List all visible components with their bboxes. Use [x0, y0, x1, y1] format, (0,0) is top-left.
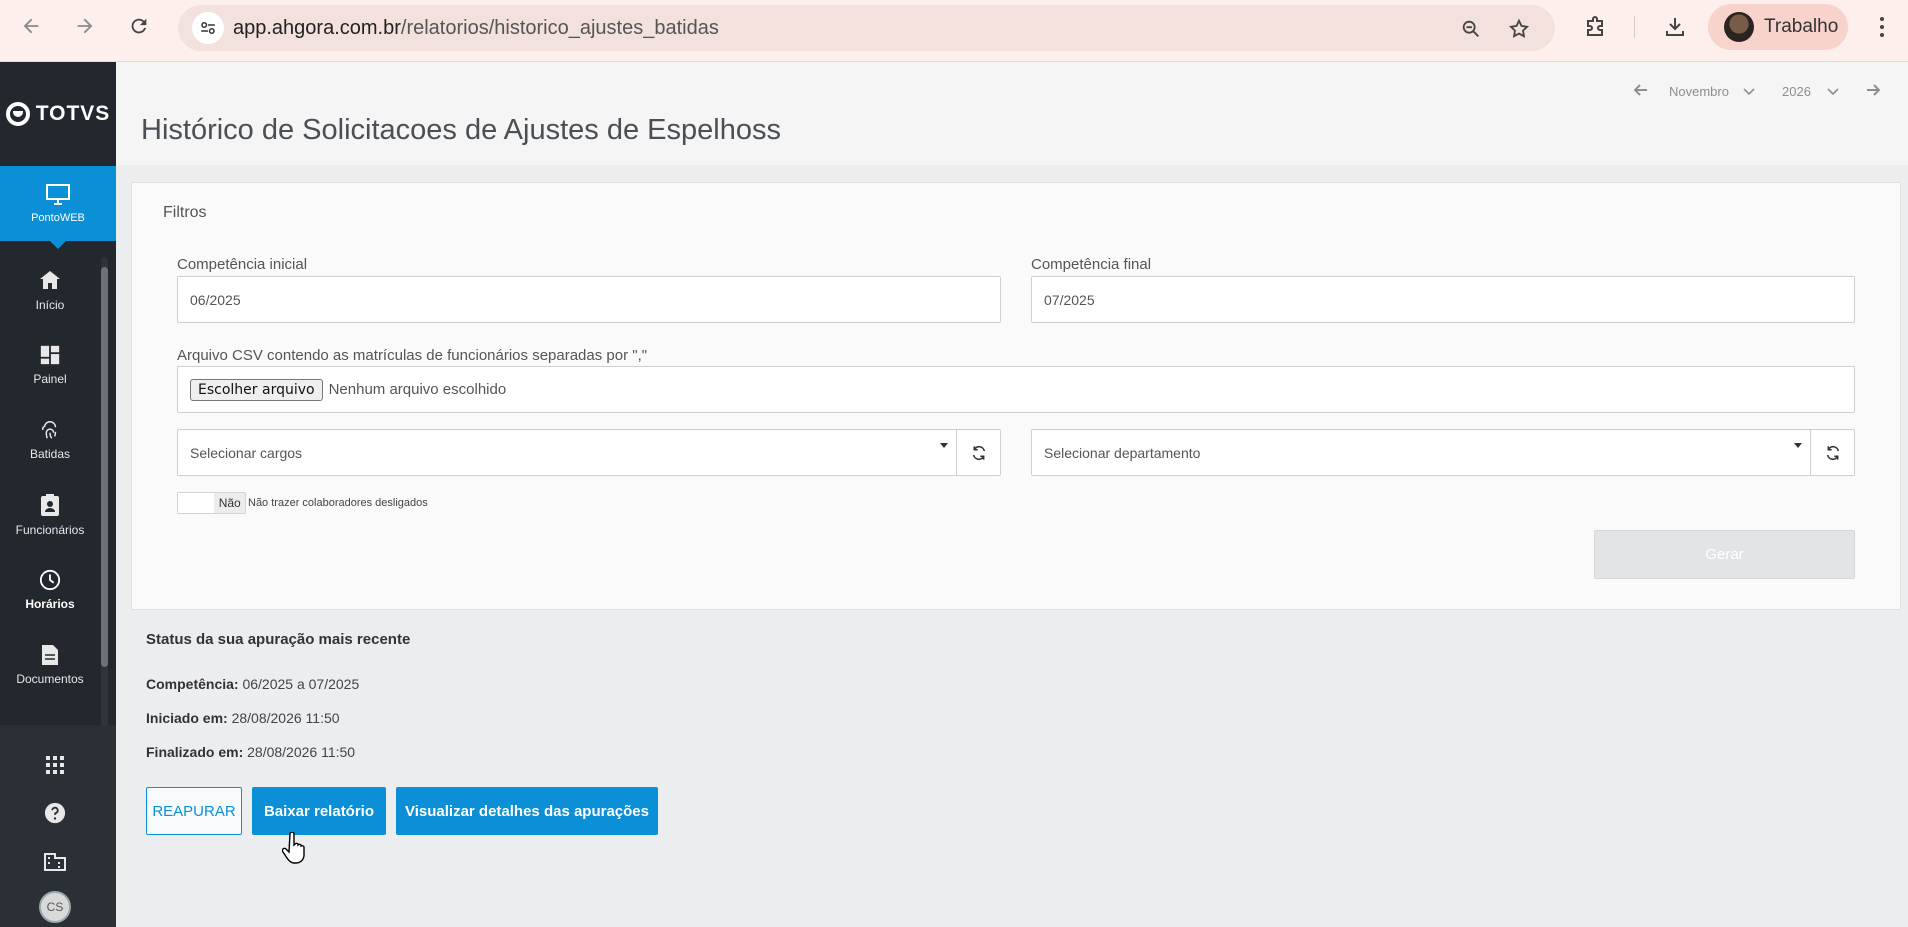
site-info-icon[interactable] — [192, 12, 224, 44]
year-value: 2026 — [1782, 84, 1811, 99]
sidebar-item-horarios[interactable]: Horários — [0, 552, 100, 627]
page-header: Histórico de Solicitacoes de Ajustes de … — [116, 62, 1908, 165]
home-icon — [40, 270, 60, 289]
arrow-right-icon — [1867, 84, 1880, 96]
profile-button[interactable]: Trabalho — [1708, 4, 1848, 50]
month-value: Novembro — [1669, 84, 1729, 99]
prev-period-button[interactable] — [1634, 84, 1648, 96]
status-finalizado: Finalizado em: 28/08/2026 11:50 — [146, 744, 356, 760]
status-title: Status da sua apuração mais recente — [146, 631, 411, 648]
status-competencia: Competência: 06/2025 a 07/2025 — [146, 676, 360, 692]
fingerprint-icon — [41, 420, 57, 439]
start-competence-label: Competência inicial — [177, 256, 308, 273]
main-content: Histórico de Solicitacoes de Ajustes de … — [116, 62, 1908, 927]
browser-toolbar: app.ahgora.com.br/relatorios/historico_a… — [0, 0, 1908, 62]
caret-down-icon — [1794, 443, 1802, 448]
next-period-button[interactable] — [1866, 84, 1880, 96]
toolbar-separator — [1634, 16, 1635, 38]
roles-refresh-button[interactable] — [956, 429, 1001, 476]
url-text[interactable]: app.ahgora.com.br/relatorios/historico_a… — [233, 17, 719, 40]
forward-button[interactable] — [70, 11, 100, 41]
back-arrow-icon — [23, 18, 39, 34]
help-icon[interactable] — [0, 793, 110, 833]
profile-avatar — [1724, 12, 1754, 42]
reload-button[interactable] — [124, 11, 154, 41]
sidebar-item-painel[interactable]: Painel — [0, 327, 100, 402]
end-competence-label: Competência final — [1031, 256, 1152, 273]
monitor-icon — [46, 183, 70, 205]
hand-cursor-icon — [281, 831, 308, 869]
download-report-button[interactable]: Baixar relatório — [252, 787, 386, 835]
arrow-left-icon — [1634, 84, 1647, 96]
company-building-icon[interactable] — [0, 841, 110, 881]
sidebar-scrollbar[interactable] — [101, 257, 108, 727]
chevron-down-icon — [1827, 87, 1839, 95]
logo-mark-icon — [5, 102, 30, 126]
clock-icon — [39, 569, 61, 590]
sidebar-scrollbar-thumb[interactable] — [101, 267, 108, 667]
extensions-icon[interactable] — [1580, 12, 1610, 42]
totvs-logo[interactable]: TOTVS — [0, 62, 116, 166]
document-icon — [42, 644, 58, 665]
caret-down-icon — [940, 443, 948, 448]
apps-grid-icon[interactable] — [0, 745, 110, 785]
department-select-placeholder: Selecionar departamento — [1044, 444, 1201, 461]
sidebar-item-batidas[interactable]: Batidas — [0, 402, 100, 477]
exclude-dismissed-toggle[interactable]: Não — [177, 492, 246, 514]
status-iniciado: Iniciado em: 28/08/2026 11:50 — [146, 710, 340, 726]
avatar: CS — [39, 891, 71, 923]
toggle-state: Não — [214, 493, 245, 513]
sidebar-item-funcionarios[interactable]: Funcionários — [0, 477, 100, 552]
toggle-knob — [178, 493, 215, 513]
module-pontoweb[interactable]: PontoWEB — [0, 166, 116, 249]
refresh-icon — [1826, 445, 1839, 460]
reapurar-button[interactable]: REAPURAR — [146, 787, 242, 835]
sidebar: TOTVS PontoWEB Início Painel Batidas Fun… — [0, 62, 116, 927]
filters-title: Filtros — [163, 204, 207, 221]
sidebar-item-inicio[interactable]: Início — [0, 252, 100, 327]
month-select[interactable]: Novembro — [1669, 84, 1755, 99]
choose-file-button[interactable]: Escolher arquivo — [190, 378, 323, 401]
year-select[interactable]: 2026 — [1782, 84, 1839, 99]
roles-select[interactable]: Selecionar cargos — [177, 429, 959, 476]
csv-file-input[interactable]: Escolher arquivo Nenhum arquivo escolhid… — [177, 366, 1855, 413]
exclude-dismissed-label: Não trazer colaboradores desligados — [248, 497, 428, 509]
sidebar-nav: Início Painel Batidas Funcionários Horár… — [0, 252, 100, 702]
profile-label: Trabalho — [1764, 16, 1839, 37]
end-competence-input[interactable]: 07/2025 — [1031, 276, 1855, 323]
chevron-down-icon — [1743, 87, 1755, 95]
generate-button[interactable]: Gerar — [1594, 530, 1855, 579]
start-competence-input[interactable]: 06/2025 — [177, 276, 1001, 323]
dashboard-icon — [40, 345, 60, 364]
department-refresh-button[interactable] — [1810, 429, 1855, 476]
zoom-icon[interactable] — [1458, 16, 1484, 42]
badge-icon — [41, 493, 59, 516]
sidebar-bottom: CS — [0, 725, 116, 927]
browser-menu-icon[interactable] — [1870, 12, 1894, 42]
reload-icon — [131, 18, 147, 34]
no-file-text: Nenhum arquivo escolhido — [328, 381, 507, 398]
csv-file-label: Arquivo CSV contendo as matrículas de fu… — [177, 347, 648, 364]
downloads-icon[interactable] — [1660, 12, 1690, 42]
page-title: Histórico de Solicitacoes de Ajustes de … — [141, 114, 781, 146]
back-button[interactable] — [16, 11, 46, 41]
refresh-icon — [972, 445, 985, 460]
view-details-button[interactable]: Visualizar detalhes das apurações — [396, 787, 658, 835]
bookmark-star-icon[interactable] — [1506, 16, 1532, 42]
user-avatar-button[interactable]: CS — [0, 887, 110, 927]
forward-arrow-icon — [77, 18, 93, 34]
roles-select-placeholder: Selecionar cargos — [190, 444, 303, 461]
address-bar[interactable]: app.ahgora.com.br/relatorios/historico_a… — [178, 5, 1555, 51]
sidebar-item-documentos[interactable]: Documentos — [0, 627, 100, 702]
department-select[interactable]: Selecionar departamento — [1031, 429, 1813, 476]
